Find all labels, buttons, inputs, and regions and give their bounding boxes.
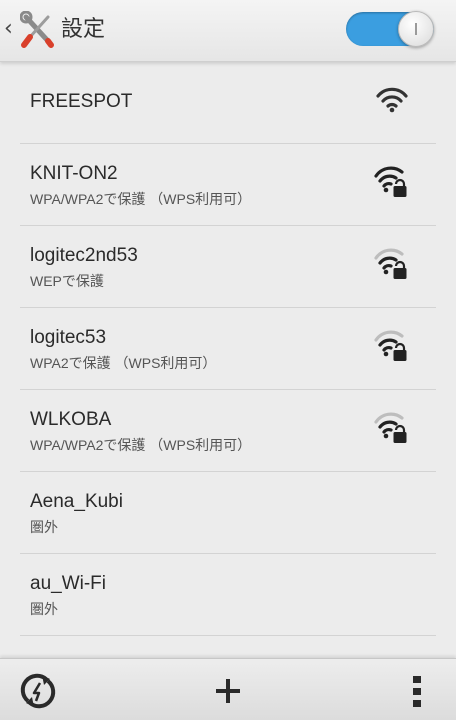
scan-icon[interactable] bbox=[20, 673, 56, 709]
page-title: 設定 bbox=[61, 17, 106, 42]
toggle-knob[interactable] bbox=[398, 11, 434, 47]
network-item-logitec2nd53[interactable]: logitec2nd53 WEPで保護 bbox=[20, 226, 436, 308]
network-ssid: FREESPOT bbox=[30, 91, 133, 112]
wifi-locked-weak-icon bbox=[374, 330, 407, 361]
network-ssid: KNIT-ON2 bbox=[30, 163, 118, 184]
back-chevron-icon[interactable]: ‹ bbox=[4, 17, 13, 41]
network-security-status: WPA/WPA2で保護 （WPS利用可） bbox=[30, 191, 252, 207]
network-ssid: logitec53 bbox=[30, 327, 107, 348]
network-range-status: 圏外 bbox=[30, 519, 58, 535]
network-range-status: 圏外 bbox=[30, 601, 58, 617]
overflow-menu-icon[interactable] bbox=[408, 673, 426, 709]
wifi-network-list: FREESPOT KNIT-ON2 WPA/WPA2で保護 （WPS利用可） l… bbox=[0, 62, 456, 658]
network-item-knit-on2[interactable]: KNIT-ON2 WPA/WPA2で保護 （WPS利用可） bbox=[20, 144, 436, 226]
wifi-toggle[interactable] bbox=[346, 11, 434, 47]
wifi-locked-weak-icon bbox=[374, 412, 407, 443]
wifi-locked-strong-icon bbox=[374, 166, 407, 197]
network-item-freespot[interactable]: FREESPOT bbox=[20, 62, 436, 144]
network-ssid: WLKOBA bbox=[30, 409, 112, 430]
network-item-au-wi-fi[interactable]: au_Wi-Fi 圏外 bbox=[20, 554, 436, 636]
network-item-logitec53[interactable]: logitec53 WPA2で保護 （WPS利用可） bbox=[20, 308, 436, 390]
bottom-action-bar bbox=[0, 658, 456, 720]
network-security-status: WPA2で保護 （WPS利用可） bbox=[30, 355, 217, 371]
network-item-wlkoba[interactable]: WLKOBA WPA/WPA2で保護 （WPS利用可） bbox=[20, 390, 436, 472]
add-icon[interactable] bbox=[212, 675, 244, 707]
network-security-status: WEPで保護 bbox=[30, 273, 104, 289]
wifi-signal-strong-icon bbox=[376, 87, 408, 113]
network-security-status: WPA/WPA2で保護 （WPS利用可） bbox=[30, 437, 252, 453]
action-bar: ‹ 設定 bbox=[0, 0, 456, 62]
network-ssid: au_Wi-Fi bbox=[30, 573, 107, 594]
network-item-aena-kubi[interactable]: Aena_Kubi 圏外 bbox=[20, 472, 436, 554]
network-ssid: Aena_Kubi bbox=[30, 491, 123, 512]
network-ssid: logitec2nd53 bbox=[30, 245, 138, 266]
settings-tools-icon[interactable] bbox=[20, 11, 54, 49]
wifi-locked-weak-icon bbox=[374, 248, 407, 279]
